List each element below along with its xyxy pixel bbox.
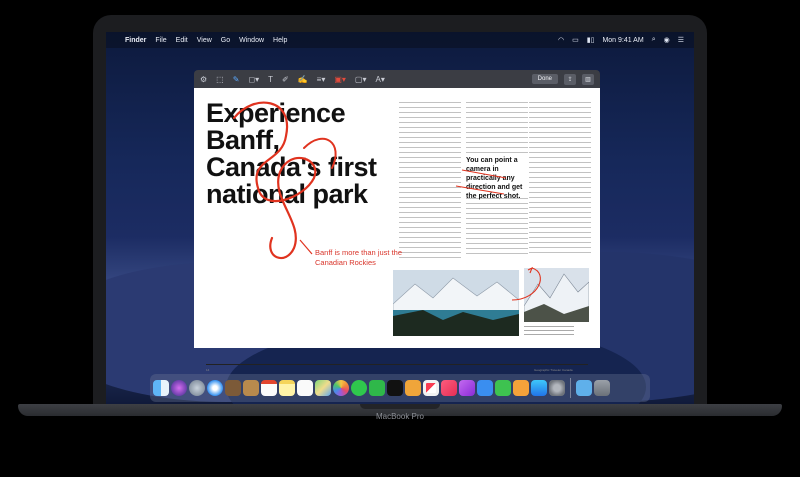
menu-window[interactable]: Window [239,37,264,44]
dock-divider [570,378,571,398]
markup-toolbar: ⚙ ⬚ ✎ ◻▾ T ✐ ✍ ≡▾ ▣▾ ▢▾ A▾ Done ⇪ ▥ [194,70,600,88]
dock-facetime-icon[interactable] [369,380,385,396]
dock-podcasts-icon[interactable] [459,380,475,396]
handwritten-annotation: Banff is more than just the Canadian Roc… [315,248,402,267]
dock-notes-icon[interactable] [279,380,295,396]
dock-safari-icon[interactable] [207,380,223,396]
menu-file[interactable]: File [155,37,166,44]
trash-icon[interactable]: ▥ [582,73,594,85]
dock-contacts-icon[interactable] [243,380,259,396]
shapes-tool-icon[interactable]: ◻▾ [248,75,259,84]
dock-numbers-icon[interactable] [495,380,511,396]
border-color-icon[interactable]: ▣▾ [334,75,346,84]
dock-mail-icon[interactable] [225,380,241,396]
menu-clock[interactable]: Mon 9:41 AM [602,37,643,44]
dock-maps-icon[interactable] [315,380,331,396]
dock-system-preferences-icon[interactable] [549,380,565,396]
dock-stocks-icon[interactable] [387,380,403,396]
magazine-name: Geographic Traveler Canada [534,368,573,372]
dock-keynote-icon[interactable] [477,380,493,396]
dock-calendar-icon[interactable] [261,380,277,396]
text-style-icon[interactable]: A▾ [376,75,385,84]
dock-pages-icon[interactable] [513,380,529,396]
dock-messages-icon[interactable] [351,380,367,396]
airplay-icon[interactable]: ▭ [572,36,579,44]
dock-home-icon[interactable] [405,380,421,396]
settings-icon[interactable]: ⚙ [200,75,207,84]
dock [150,374,650,402]
siri-icon[interactable]: ◉ [664,36,670,44]
dock-trash-icon[interactable] [594,380,610,396]
select-tool-icon[interactable]: ⬚ [216,75,224,84]
dock-launchpad-icon[interactable] [189,380,205,396]
laptop-model-label: MacBook Pro [375,412,425,421]
wifi-icon[interactable]: ◠ [558,36,564,44]
dock-music-icon[interactable] [441,380,457,396]
spotlight-icon[interactable]: ⌕ [652,36,656,44]
dock-news-icon[interactable] [423,380,439,396]
menu-help[interactable]: Help [273,37,287,44]
footer-rule [206,364,588,365]
dock-finder-icon[interactable] [153,380,169,396]
menu-edit[interactable]: Edit [176,37,188,44]
highlight-tool-icon[interactable]: ✐ [282,75,289,84]
dock-reminders-icon[interactable] [297,380,313,396]
photo-caption [524,326,574,336]
dock-appstore-icon[interactable] [531,380,547,396]
sketch-tool-icon[interactable]: ✎ [233,75,240,84]
shape-style-icon[interactable]: ≡▾ [317,75,326,84]
notification-center-icon[interactable]: ☰ [678,36,684,44]
battery-icon[interactable]: ▮▯ [587,36,595,44]
menu-bar: Finder File Edit View Go Window Help ◠ ▭… [106,32,694,48]
sign-tool-icon[interactable]: ✍ [298,75,308,84]
done-button[interactable]: Done [531,74,558,84]
document-page[interactable]: Experience Banff, Canada's first nationa… [194,88,600,372]
dock-siri-icon[interactable] [171,380,187,396]
fill-color-icon[interactable]: ▢▾ [355,75,367,84]
laptop-notch [360,404,440,409]
menu-app-name[interactable]: Finder [125,37,146,44]
menu-view[interactable]: View [197,37,212,44]
text-tool-icon[interactable]: T [268,75,273,84]
page-number: 14 [206,368,210,372]
dock-downloads-icon[interactable] [576,380,592,396]
screen: Finder File Edit View Go Window Help ◠ ▭… [106,32,694,404]
menu-go[interactable]: Go [221,37,230,44]
dock-photos-icon[interactable] [333,380,349,396]
sketch-annotations [232,101,541,301]
share-icon[interactable]: ⇪ [564,73,576,85]
